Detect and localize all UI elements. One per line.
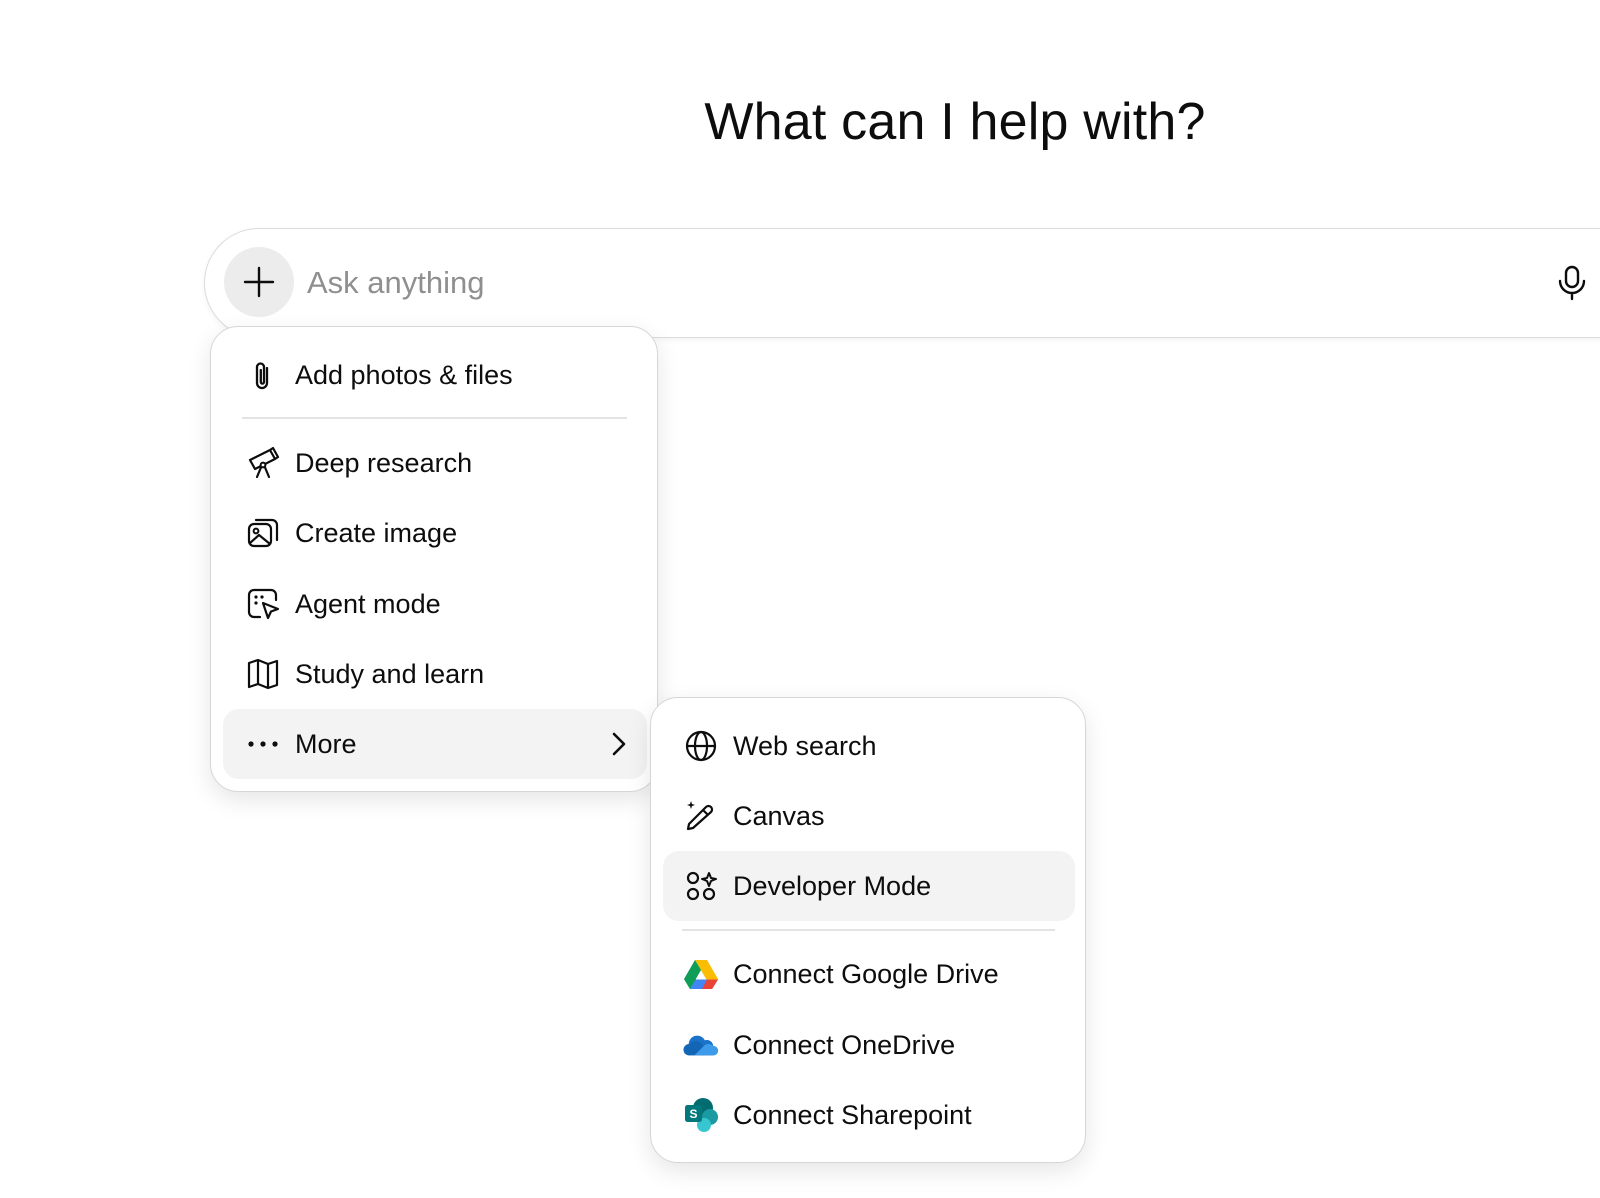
- submenu-item-web-search[interactable]: Web search: [673, 711, 1065, 781]
- onedrive-icon: [683, 1027, 719, 1063]
- book-icon: [245, 656, 281, 692]
- more-submenu: Web search Canvas Developer Mode Connect…: [650, 697, 1086, 1163]
- menu-item-study-and-learn[interactable]: Study and learn: [233, 639, 637, 709]
- menu-item-agent-mode[interactable]: Agent mode: [233, 569, 637, 639]
- menu-item-add-photos-files[interactable]: Add photos & files: [233, 340, 637, 410]
- svg-text:S: S: [689, 1107, 697, 1121]
- add-button[interactable]: [224, 247, 294, 317]
- menu-divider: [242, 417, 627, 419]
- menu-item-deep-research[interactable]: Deep research: [233, 428, 637, 498]
- submenu-item-label: Developer Mode: [733, 870, 932, 901]
- submenu-item-label: Canvas: [733, 800, 825, 831]
- google-drive-icon: [683, 956, 719, 992]
- developer-icon: [683, 868, 719, 904]
- submenu-item-label: Web search: [733, 730, 877, 761]
- image-icon: [245, 515, 281, 551]
- submenu-item-label: Connect Google Drive: [733, 958, 999, 989]
- attach-menu: Add photos & files Deep research Create …: [210, 326, 658, 792]
- telescope-icon: [245, 445, 281, 481]
- submenu-item-label: Connect OneDrive: [733, 1029, 956, 1060]
- pencil-sparkle-icon: [683, 798, 719, 834]
- menu-item-label: Agent mode: [295, 588, 441, 619]
- submenu-item-canvas[interactable]: Canvas: [673, 781, 1065, 851]
- page-title: What can I help with?: [704, 93, 1206, 151]
- composer: [204, 228, 1600, 338]
- menu-item-label: Study and learn: [295, 658, 485, 689]
- sharepoint-icon: S: [683, 1097, 719, 1133]
- submenu-item-label: Connect Sharepoint: [733, 1099, 972, 1130]
- ask-input[interactable]: [307, 259, 1487, 307]
- submenu-item-connect-google-drive[interactable]: Connect Google Drive: [673, 939, 1065, 1009]
- menu-item-label: Deep research: [295, 447, 473, 478]
- microphone-icon[interactable]: [1557, 265, 1587, 301]
- plus-icon: [243, 266, 275, 298]
- menu-item-label: Add photos & files: [295, 359, 513, 390]
- submenu-item-connect-sharepoint[interactable]: S Connect Sharepoint: [673, 1080, 1065, 1150]
- submenu-divider: [682, 929, 1055, 931]
- menu-item-label: More: [295, 728, 357, 759]
- chevron-right-icon: [612, 732, 626, 756]
- submenu-item-connect-onedrive[interactable]: Connect OneDrive: [673, 1010, 1065, 1080]
- globe-icon: [683, 728, 719, 764]
- paperclip-icon: [245, 357, 281, 393]
- ellipsis-icon: [245, 726, 281, 762]
- menu-item-more[interactable]: More: [223, 709, 647, 779]
- menu-item-create-image[interactable]: Create image: [233, 498, 637, 568]
- agent-cursor-icon: [245, 586, 281, 622]
- submenu-item-developer-mode[interactable]: Developer Mode: [663, 851, 1075, 921]
- menu-item-label: Create image: [295, 517, 458, 548]
